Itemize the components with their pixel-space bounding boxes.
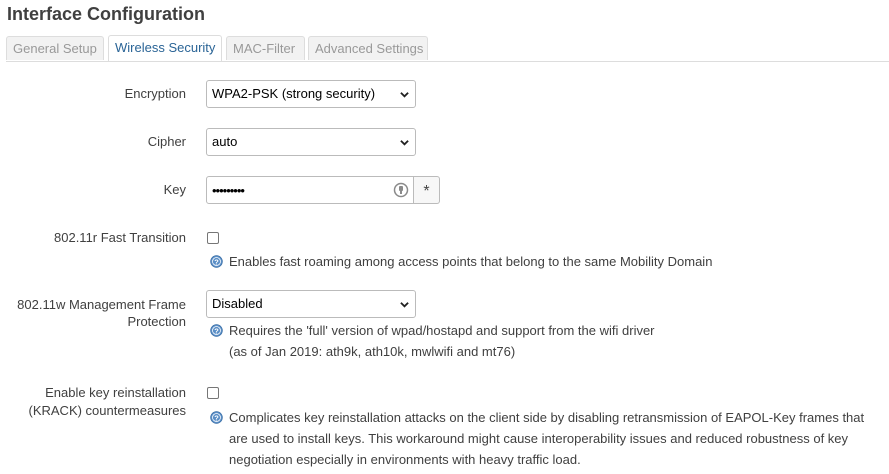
help-icon: ? [210, 255, 223, 268]
key-reveal-button[interactable]: * [414, 176, 440, 204]
mfp-help: ? Requires the 'full' version of wpad/ho… [210, 320, 655, 362]
encryption-select-value: WPA2-PSK (strong security) [212, 86, 376, 101]
krack-help-line2: are used to install keys. This workaroun… [229, 431, 849, 446]
svg-text:?: ? [214, 257, 219, 266]
mfp-label-line2: Protection [127, 314, 186, 329]
svg-text:?: ? [214, 326, 219, 335]
fast-transition-help: ? Enables fast roaming among access poin… [210, 251, 712, 272]
krack-checkbox[interactable] [207, 387, 219, 399]
key-label: Key [163, 182, 186, 197]
key-input-value: ••••••••• [212, 183, 245, 198]
key-input[interactable]: ••••••••• [206, 176, 414, 204]
chevron-down-icon [400, 140, 409, 146]
encryption-select[interactable]: WPA2-PSK (strong security) [206, 80, 416, 108]
chevron-down-icon [400, 302, 409, 308]
mfp-select-value: Disabled [212, 296, 263, 311]
krack-help: ? Complicates key reinstallation attacks… [210, 407, 864, 470]
encryption-label: Encryption [124, 86, 186, 101]
key-reveal-icon[interactable] [393, 182, 409, 198]
cipher-select-value: auto [212, 134, 238, 149]
help-icon: ? [210, 411, 223, 424]
mfp-select[interactable]: Disabled [206, 290, 416, 318]
help-icon: ? [210, 324, 223, 337]
chevron-down-icon [400, 92, 409, 98]
tab-advanced-settings[interactable]: Advanced Settings [308, 36, 428, 60]
tab-wireless-security[interactable]: Wireless Security [108, 35, 222, 61]
mfp-help-line2: (as of Jan 2019: ath9k, ath10k, mwlwifi … [229, 344, 516, 359]
krack-label-line2: (KRACK) countermeasures [28, 403, 187, 418]
tab-general-setup[interactable]: General Setup [6, 36, 104, 60]
fast-transition-help-text: Enables fast roaming among access points… [229, 254, 713, 269]
cipher-label: Cipher [147, 134, 186, 149]
tab-mac-filter[interactable]: MAC-Filter [226, 36, 305, 60]
page-title: Interface Configuration [7, 4, 206, 24]
tab-bar: General Setup Wireless Security MAC-Filt… [6, 35, 889, 62]
mfp-help-line1: Requires the 'full' version of wpad/host… [229, 323, 655, 338]
cipher-select[interactable]: auto [206, 128, 416, 156]
krack-help-line3: negotiation especially in environments w… [229, 452, 581, 467]
svg-text:?: ? [214, 413, 219, 422]
krack-help-line1: Complicates key reinstallation attacks o… [229, 410, 865, 425]
fast-transition-checkbox[interactable] [207, 232, 219, 244]
fast-transition-label: 802.11r Fast Transition [54, 230, 186, 245]
